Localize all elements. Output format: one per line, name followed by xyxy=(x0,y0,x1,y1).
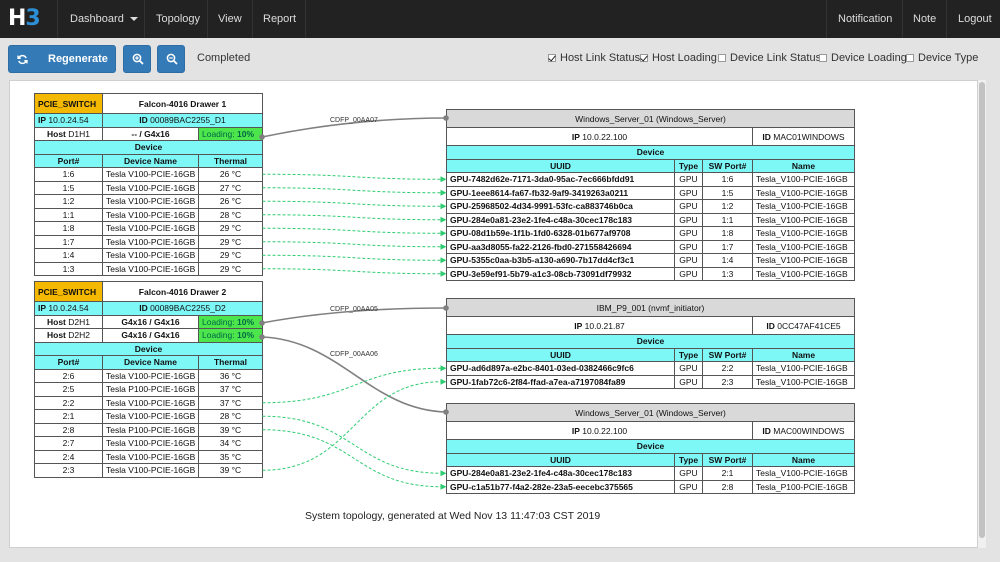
link-endpoint xyxy=(259,134,265,140)
arrow-head-icon xyxy=(440,270,447,277)
link-endpoint xyxy=(443,409,449,415)
device-link[interactable] xyxy=(262,187,442,194)
arrow-head-icon xyxy=(440,203,447,210)
device-link[interactable] xyxy=(262,415,442,474)
link-label: CDFP_00AA07 xyxy=(330,117,378,124)
arrow-head-icon xyxy=(440,189,447,196)
arrow-head-icon xyxy=(440,483,447,490)
link-endpoint xyxy=(259,334,265,340)
device-link[interactable] xyxy=(262,429,442,488)
arrow-head-icon xyxy=(440,243,447,250)
device-link[interactable] xyxy=(262,254,442,261)
arrow-head-icon xyxy=(440,216,447,223)
host-links xyxy=(261,117,447,413)
arrow-head-icon xyxy=(440,365,447,372)
device-link[interactable] xyxy=(262,173,442,180)
device-link[interactable] xyxy=(262,200,442,207)
arrow-head-icon xyxy=(440,176,447,183)
link-label: CDFP_00AA05 xyxy=(330,306,378,313)
host-link-cdfp-00aa06[interactable] xyxy=(261,336,447,413)
link-label: CDFP_00AA06 xyxy=(330,351,378,358)
link-endpoint xyxy=(443,305,449,311)
link-endpoint xyxy=(443,115,449,121)
topology-links: CDFP_00AA07 CDFP_00AA05 CDFP_00AA06 xyxy=(259,115,449,490)
device-links xyxy=(262,173,447,490)
arrow-head-icon xyxy=(440,378,447,385)
device-link[interactable] xyxy=(262,227,442,234)
arrow-head-icon xyxy=(440,470,447,477)
device-link[interactable] xyxy=(262,241,442,248)
device-link[interactable] xyxy=(262,214,442,221)
topology-caption: System topology, generated at Wed Nov 13… xyxy=(305,510,601,522)
device-link[interactable] xyxy=(262,268,442,275)
arrow-head-icon xyxy=(440,230,447,237)
link-endpoint xyxy=(259,320,265,326)
arrow-head-icon xyxy=(440,257,447,264)
